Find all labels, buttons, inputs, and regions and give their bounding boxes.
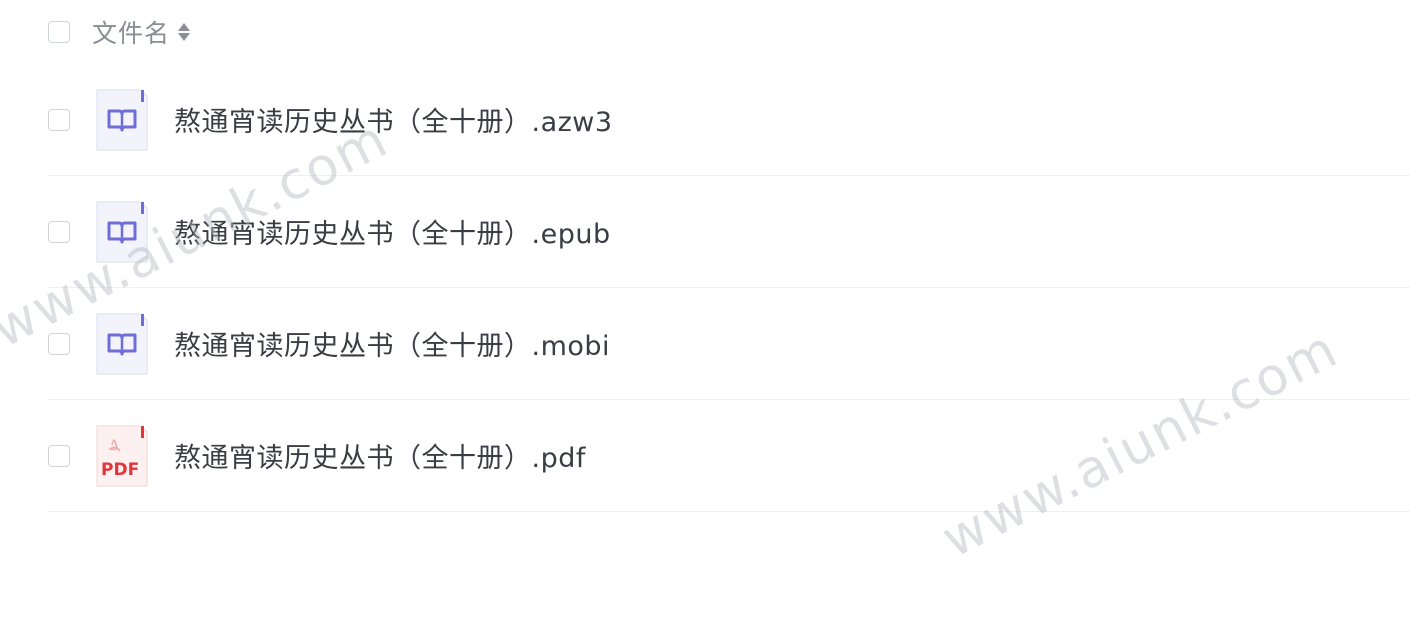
sort-up-icon	[178, 23, 191, 31]
file-row[interactable]: 熬通宵读历史丛书（全十册）.epub	[48, 176, 1410, 288]
file-name[interactable]: 熬通宵读历史丛书（全十册）.pdf	[174, 436, 586, 475]
file-list: 文件名 熬通宵读历史丛书（全十册）.azw3 熬通宵读历史丛书（全十册）.epu…	[48, 0, 1410, 512]
file-row-checkbox[interactable]	[48, 444, 70, 467]
select-all-checkbox[interactable]	[48, 21, 70, 43]
list-header: 文件名	[48, 0, 1410, 64]
pdf-icon-label: PDF	[101, 460, 139, 480]
filename-column-header[interactable]: 文件名	[92, 14, 170, 50]
ebook-file-icon	[96, 89, 148, 150]
file-row[interactable]: PDF 熬通宵读历史丛书（全十册）.pdf	[48, 400, 1410, 512]
file-name[interactable]: 熬通宵读历史丛书（全十册）.azw3	[174, 100, 613, 139]
file-row-checkbox[interactable]	[48, 332, 70, 355]
sort-down-icon	[178, 33, 191, 41]
file-browser: 文件名 熬通宵读历史丛书（全十册）.azw3 熬通宵读历史丛书（全十册）.epu…	[0, 0, 1410, 626]
sort-icon[interactable]	[178, 19, 191, 45]
file-row-checkbox[interactable]	[48, 108, 70, 131]
ebook-file-icon	[96, 313, 148, 374]
file-row[interactable]: 熬通宵读历史丛书（全十册）.mobi	[48, 288, 1410, 400]
file-name[interactable]: 熬通宵读历史丛书（全十册）.mobi	[174, 324, 610, 363]
file-row-checkbox[interactable]	[48, 220, 70, 243]
ebook-file-icon	[96, 201, 148, 262]
file-row[interactable]: 熬通宵读历史丛书（全十册）.azw3	[48, 64, 1410, 176]
pdf-file-icon: PDF	[96, 425, 148, 486]
file-name[interactable]: 熬通宵读历史丛书（全十册）.epub	[174, 212, 611, 251]
